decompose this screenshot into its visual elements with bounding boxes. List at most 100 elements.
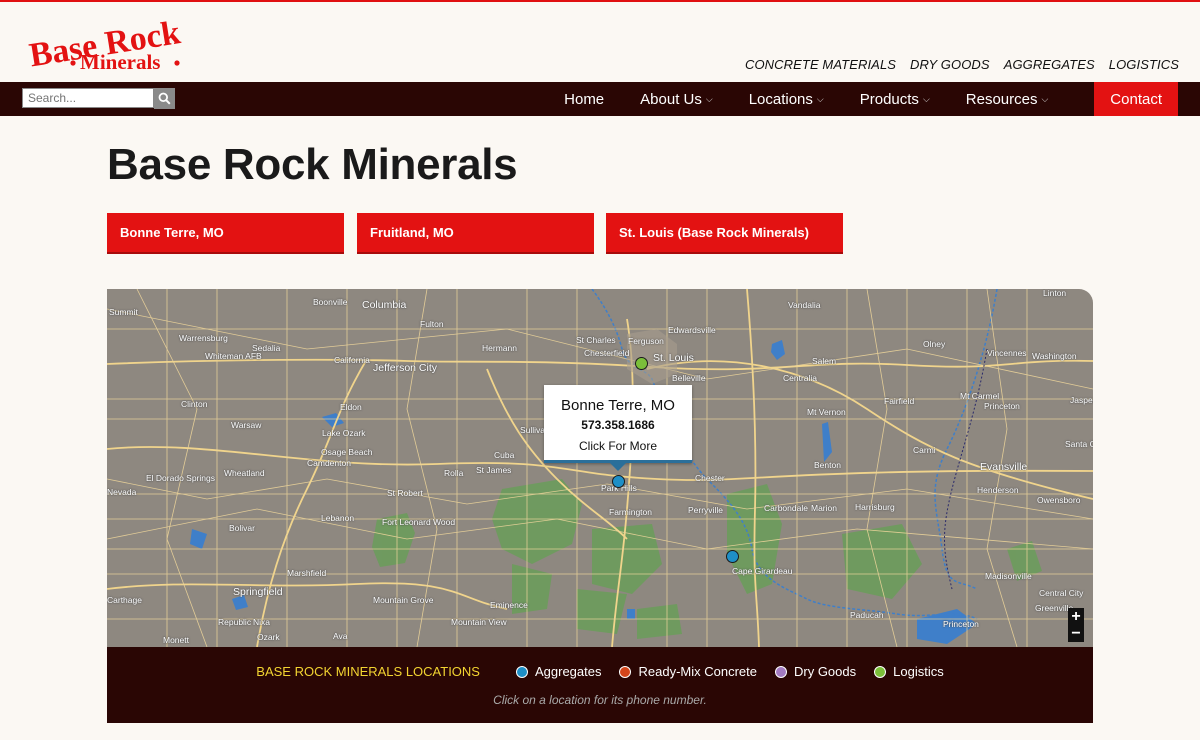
- map-label: St James: [476, 465, 512, 475]
- map-marker-st-louis[interactable]: [635, 357, 648, 370]
- nav-resources[interactable]: Resources ⌵: [966, 91, 1049, 108]
- map-label: Osage Beach: [321, 447, 373, 457]
- map-label: Columbia: [362, 299, 407, 311]
- map-marker-bonne-terre[interactable]: [612, 475, 625, 488]
- toplink-dry-goods[interactable]: DRY GOODS: [910, 57, 990, 72]
- map-label: Clinton: [181, 399, 208, 409]
- nav-locations-label: Locations: [748, 90, 813, 108]
- chevron-down-icon: ⌵: [705, 93, 713, 104]
- zoom-in-button[interactable]: +: [1068, 608, 1084, 625]
- nav-products[interactable]: Products ⌵: [860, 91, 930, 108]
- location-popup: Bonne Terre, MO 573.358.1686 Click For M…: [544, 385, 692, 471]
- site-logo[interactable]: Base Rock Minerals: [22, 8, 237, 76]
- map-label: Harrisburg: [855, 502, 895, 512]
- legend-item-aggregates[interactable]: Aggregates: [515, 664, 602, 679]
- nav-resources-label: Resources: [965, 90, 1038, 108]
- map-label: Whiteman AFB: [205, 351, 262, 361]
- legend-item-logistics[interactable]: Logistics: [874, 664, 944, 679]
- map-label: Carthage: [107, 595, 142, 605]
- zoom-controls: + −: [1068, 608, 1084, 642]
- map-label: Nevada: [107, 487, 137, 497]
- nav-contact-label: Contact: [1110, 90, 1162, 108]
- map-label: Mt Vernon: [807, 407, 846, 417]
- legend-label: Logistics: [893, 664, 944, 679]
- toplink-concrete[interactable]: CONCRETE MATERIALS: [745, 57, 896, 72]
- location-button-fruitland[interactable]: Fruitland, MO: [357, 213, 594, 254]
- map-label: Republic: [218, 617, 252, 627]
- map-label: Mt Carmel: [960, 391, 1000, 401]
- search-input[interactable]: [22, 88, 154, 108]
- locations-map[interactable]: Summit Boonville Columbia Warrensburg Se…: [107, 289, 1093, 647]
- map-marker-cape-girardeau[interactable]: [726, 550, 739, 563]
- popup-more-link[interactable]: Click For More: [544, 439, 692, 453]
- map-label: Cuba: [494, 450, 515, 460]
- legend-hint: Click on a location for its phone number…: [493, 693, 707, 707]
- map-label: Fort Leonard Wood: [382, 517, 456, 527]
- map-label: Hermann: [482, 343, 517, 353]
- legend-dot-icon: [619, 665, 632, 678]
- map-label: Lake Ozark: [322, 428, 366, 438]
- nav-home[interactable]: Home: [564, 91, 604, 108]
- search-button[interactable]: [154, 88, 175, 109]
- main-navbar: Home About Us⌵ Locations⌵ Products⌵ Reso…: [0, 82, 1200, 116]
- map-label: St Charles: [576, 335, 616, 345]
- map-label: Santa Cl: [1065, 439, 1093, 449]
- map-label: Boonville: [313, 297, 348, 307]
- legend-label: Aggregates: [534, 664, 602, 679]
- toplink-aggregates[interactable]: AGGREGATES: [1004, 57, 1095, 72]
- map-label: El Dorado Springs: [146, 473, 215, 483]
- nav-home-label: Home: [564, 90, 605, 108]
- map-label: Jasper: [1070, 395, 1093, 405]
- map-label: Chester: [695, 473, 725, 483]
- map-label: Owensboro: [1037, 495, 1081, 505]
- map-label: Warrensburg: [179, 333, 228, 343]
- map-label: Centralia: [783, 373, 818, 383]
- map-label: Summit: [109, 307, 138, 317]
- legend-label: Ready-Mix Concrete: [638, 664, 757, 679]
- map-label: Bolivar: [229, 523, 255, 533]
- toplink-logistics[interactable]: LOGISTICS: [1109, 57, 1179, 72]
- map-label: Wheatland: [224, 468, 265, 478]
- map-label: Camdenton: [307, 458, 351, 468]
- primary-nav: Home About Us ⌵ Locations ⌵ Products ⌵ Reso…: [528, 82, 1178, 116]
- map-label: Salem: [812, 356, 837, 366]
- nav-about-us[interactable]: About Us ⌵: [640, 91, 713, 108]
- nav-products-label: Products: [859, 90, 919, 108]
- map-label: Paducah: [850, 610, 884, 620]
- location-button-st-louis[interactable]: St. Louis (Base Rock Minerals): [606, 213, 843, 254]
- map-label: Princeton: [943, 619, 979, 629]
- legend-dot-icon: [515, 665, 528, 678]
- nav-contact-button[interactable]: Contact: [1094, 82, 1178, 116]
- top-accent-line: [0, 0, 1200, 2]
- legend-item-dry-goods[interactable]: Dry Goods: [774, 664, 857, 679]
- zoom-out-button[interactable]: −: [1068, 625, 1084, 642]
- map-label: Jefferson City: [373, 362, 437, 374]
- legend-item-ready-mix[interactable]: Ready-Mix Concrete: [619, 664, 757, 679]
- popup-title: Bonne Terre, MO: [561, 397, 675, 414]
- map-label: Eminence: [490, 600, 528, 610]
- map-label: Marshfield: [287, 568, 327, 578]
- map-label: Fairfield: [884, 396, 915, 406]
- map-label: Perryville: [688, 505, 723, 515]
- map-label: Vandalia: [788, 300, 821, 310]
- popup-pointer: [610, 463, 626, 471]
- legend-dot-icon: [774, 665, 787, 678]
- map-legend: BASE ROCK MINERALS LOCATIONS Aggregates …: [107, 647, 1093, 723]
- legend-dot-icon: [874, 665, 887, 678]
- map-label: Benton: [814, 460, 841, 470]
- nav-locations[interactable]: Locations ⌵: [749, 91, 824, 108]
- map-label: Edwardsville: [668, 325, 716, 335]
- popup-phone: 573.358.1686: [581, 418, 655, 432]
- page-title: Base Rock Minerals: [107, 140, 518, 189]
- map-label: Chesterfield: [584, 348, 630, 358]
- map-label: St. Louis: [653, 352, 694, 364]
- legend-label: Dry Goods: [793, 664, 857, 679]
- map-label: Lebanon: [321, 513, 355, 523]
- map-label: Olney: [923, 339, 946, 349]
- legend-title: BASE ROCK MINERALS LOCATIONS: [256, 664, 480, 679]
- map-label: Nixa: [253, 617, 271, 627]
- location-button-bonne-terre[interactable]: Bonne Terre, MO: [107, 213, 344, 254]
- top-links: CONCRETE MATERIALS DRY GOODS AGGREGATES …: [745, 57, 1179, 72]
- map-label: Mountain Grove: [373, 595, 434, 605]
- map-label: Mountain View: [451, 617, 507, 627]
